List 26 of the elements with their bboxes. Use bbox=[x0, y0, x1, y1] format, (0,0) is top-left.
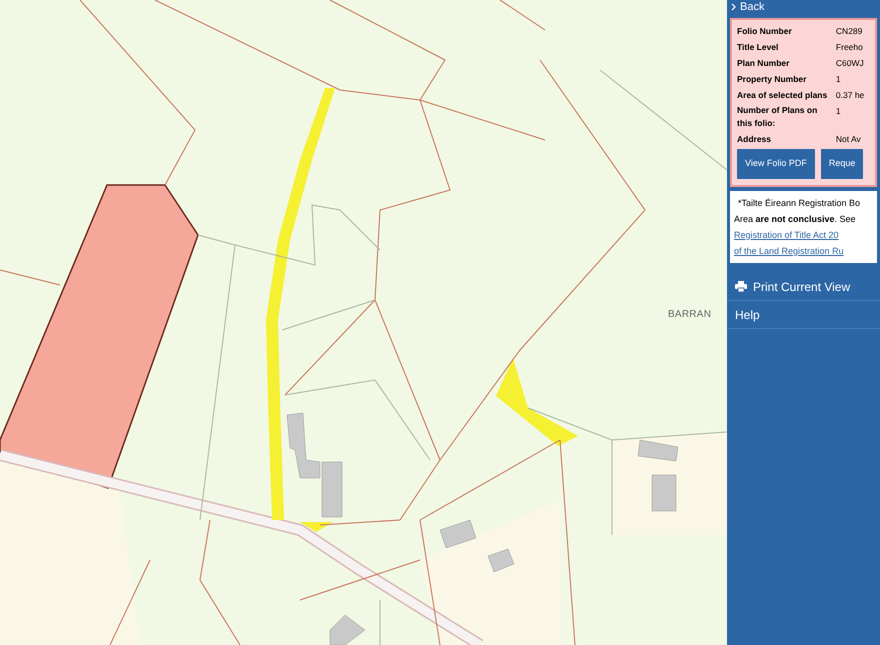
detail-value: 1 bbox=[836, 73, 842, 86]
notice-text: Area are not conclusive. See bbox=[734, 213, 857, 226]
detail-value: CN289 bbox=[836, 25, 864, 38]
detail-value: 0.37 he bbox=[836, 89, 866, 102]
notice-text: *Tailte Éireann Registration Bo bbox=[737, 197, 862, 210]
notice-link[interactable]: of the Land Registration Ru bbox=[734, 246, 844, 256]
printer-icon bbox=[735, 281, 747, 292]
detail-value: Not Av bbox=[836, 133, 862, 146]
menu-item[interactable]: Help bbox=[727, 301, 880, 329]
folio-action-button[interactable]: View Folio PDF bbox=[737, 149, 815, 179]
back-link[interactable]: Back bbox=[727, 0, 880, 14]
detail-label: Area of selected plans bbox=[737, 89, 828, 102]
chevron-icon bbox=[731, 3, 736, 11]
menu-item[interactable]: Print Current View bbox=[727, 273, 880, 301]
folio-action-button[interactable]: Reque bbox=[820, 149, 864, 179]
detail-value: Freeho bbox=[836, 41, 864, 54]
detail-label: Folio Number bbox=[737, 25, 793, 38]
detail-value: C60WJ bbox=[836, 57, 865, 70]
detail-label: Property Number bbox=[737, 73, 808, 86]
detail-label: Number of Plans on this folio: bbox=[737, 104, 818, 130]
detail-label: Address bbox=[737, 133, 772, 146]
place-label: BARRAN bbox=[668, 308, 712, 322]
detail-value: 1 bbox=[836, 105, 842, 118]
detail-label: Plan Number bbox=[737, 57, 790, 70]
detail-label: Title Level bbox=[737, 41, 780, 54]
notice-link[interactable]: Registration of Title Act 20 bbox=[734, 230, 839, 240]
